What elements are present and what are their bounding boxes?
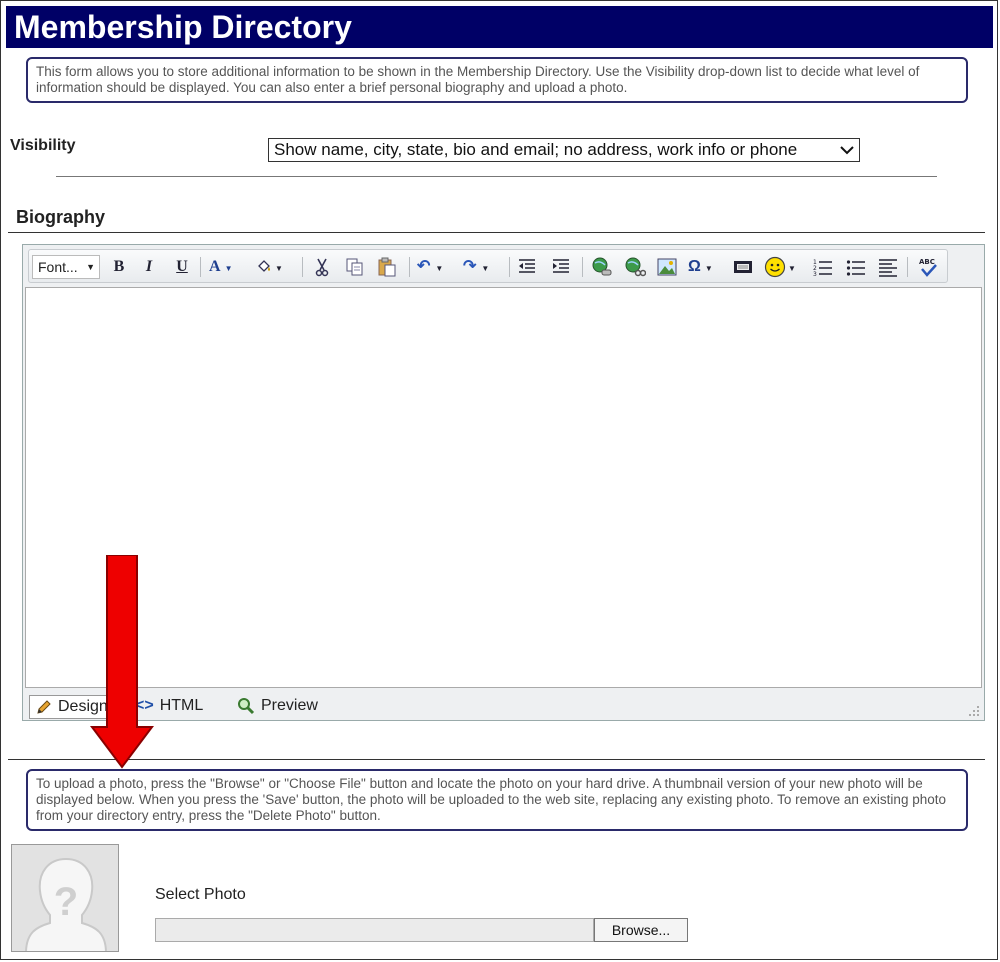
dropdown-arrow-icon: ▼ <box>86 262 95 272</box>
toolbar-separator <box>409 257 410 277</box>
underline-button[interactable]: U <box>172 255 192 279</box>
insert-image-button[interactable] <box>656 255 678 279</box>
media-icon <box>734 260 752 273</box>
scissors-icon <box>315 258 329 277</box>
insert-media-button[interactable] <box>733 255 753 279</box>
browse-button[interactable]: Browse... <box>594 918 688 942</box>
toolbar-separator <box>200 257 201 277</box>
person-silhouette-icon: ? <box>12 845 118 951</box>
dropdown-arrow-icon: ▼ <box>224 264 233 273</box>
upload-info-box: To upload a photo, press the "Browse" or… <box>26 769 968 831</box>
italic-button[interactable]: I <box>139 255 159 279</box>
magnifier-icon <box>238 697 255 714</box>
copy-button[interactable] <box>345 255 365 279</box>
photo-file-path-field[interactable] <box>155 918 594 942</box>
preview-mode-label: Preview <box>261 697 318 714</box>
dropdown-arrow-icon: ▼ <box>481 264 490 273</box>
visibility-selected-value: Show name, city, state, bio and email; n… <box>274 140 798 159</box>
resize-grip-icon[interactable] <box>968 705 980 717</box>
annotation-arrow-icon <box>90 555 154 769</box>
svg-text:3: 3 <box>813 271 817 277</box>
dropdown-arrow-icon: ▼ <box>704 264 713 273</box>
toolbar-separator <box>302 257 303 277</box>
pencil-icon <box>37 700 51 714</box>
paste-icon <box>378 257 396 277</box>
smiley-icon <box>764 256 786 277</box>
preview-mode-tab[interactable]: Preview <box>237 695 318 717</box>
outdent-icon <box>519 258 535 273</box>
font-select[interactable]: Font... ▼ <box>32 255 100 279</box>
indent-button[interactable] <box>551 255 571 279</box>
redo-button[interactable]: ↷ ▼ <box>463 255 489 279</box>
globe-unlink-icon <box>625 257 647 277</box>
omega-icon: Ω <box>688 258 701 275</box>
dropdown-arrow-icon: ▼ <box>435 264 444 273</box>
bulleted-list-icon <box>846 260 865 276</box>
globe-link-icon <box>592 257 612 276</box>
image-icon <box>657 258 677 276</box>
question-mark: ? <box>54 880 78 924</box>
divider <box>8 232 985 233</box>
editor-mode-bar: Design <> HTML Preview <box>23 691 984 721</box>
align-left-icon <box>879 258 897 277</box>
editor-toolbar: Font... ▼ B I U A ▼ ▼ ↶ ▼ ↷ ▼ Ω ▼ ▼ 1 2 … <box>28 249 948 283</box>
remove-link-button[interactable] <box>624 255 647 279</box>
spellcheck-icon: ABC <box>919 258 937 277</box>
visibility-select[interactable]: Show name, city, state, bio and email; n… <box>268 138 860 162</box>
numbered-list-button[interactable]: 123 <box>813 255 833 279</box>
divider <box>56 176 937 177</box>
svg-text:ABC: ABC <box>919 258 935 266</box>
align-button[interactable] <box>878 255 898 279</box>
special-character-button[interactable]: Ω ▼ <box>688 255 713 279</box>
font-color-button[interactable]: A ▼ <box>209 255 232 279</box>
biography-heading: Biography <box>16 207 106 227</box>
paint-bucket-icon <box>258 259 270 272</box>
biography-editor: Font... ▼ B I U A ▼ ▼ ↶ ▼ ↷ ▼ Ω ▼ ▼ 1 2 … <box>22 244 985 721</box>
toolbar-separator <box>582 257 583 277</box>
font-select-value: Font... <box>38 259 78 275</box>
redo-icon: ↷ <box>463 258 477 275</box>
toolbar-separator <box>509 257 510 277</box>
chevron-down-icon <box>840 146 854 155</box>
bold-button[interactable]: B <box>109 255 129 279</box>
dropdown-arrow-icon: ▼ <box>788 264 796 273</box>
intro-info-box: This form allows you to store additional… <box>26 57 968 103</box>
cut-button[interactable] <box>312 255 332 279</box>
copy-icon <box>346 258 363 276</box>
select-photo-label: Select Photo <box>155 886 246 903</box>
biography-text-area[interactable] <box>25 287 982 688</box>
outdent-button[interactable] <box>517 255 537 279</box>
page-title: Membership Directory <box>6 6 993 48</box>
photo-placeholder: ? <box>11 844 119 952</box>
insert-emoticon-button[interactable]: ▼ <box>764 255 796 279</box>
bulleted-list-button[interactable] <box>846 255 866 279</box>
spellcheck-button[interactable]: ABC <box>917 255 939 279</box>
html-mode-label: HTML <box>159 697 204 715</box>
insert-link-button[interactable] <box>591 255 613 279</box>
numbered-list-icon: 123 <box>813 259 832 278</box>
undo-button[interactable]: ↶ ▼ <box>417 255 443 279</box>
divider <box>8 759 985 760</box>
undo-icon: ↶ <box>417 258 431 275</box>
font-color-icon: A <box>209 258 221 275</box>
paste-button[interactable] <box>376 255 398 279</box>
visibility-label: Visibility <box>10 137 76 154</box>
toolbar-separator <box>907 257 908 277</box>
dropdown-arrow-icon: ▼ <box>275 264 283 273</box>
highlight-color-button[interactable]: ▼ <box>255 255 283 279</box>
indent-icon <box>553 258 569 273</box>
